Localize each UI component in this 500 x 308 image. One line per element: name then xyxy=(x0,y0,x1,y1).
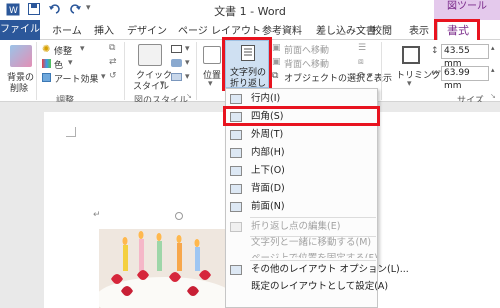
selection-pane-icon: ⧉ xyxy=(272,71,279,81)
group-divider xyxy=(381,42,382,100)
position-dropdown-icon[interactable]: ▾ xyxy=(208,79,213,89)
size-launcher-icon[interactable]: ↘ xyxy=(490,92,496,100)
change-picture-icon[interactable]: ⇄ xyxy=(109,57,117,67)
corrections-icon: ✺ xyxy=(42,44,51,55)
color-dropdown-icon[interactable]: ▾ xyxy=(68,58,73,68)
remove-background-label-2[interactable]: 削除 xyxy=(10,81,28,94)
margin-corner-mark xyxy=(66,127,76,137)
picture-layout-icon[interactable] xyxy=(171,73,182,81)
rotate-icon[interactable]: ⟳ xyxy=(358,71,366,81)
wrap-text-menu-bottom: その他のレイアウト オプション(L)... 既定のレイアウトとして設定(A) xyxy=(225,258,409,308)
rotation-handle-icon[interactable] xyxy=(175,212,183,220)
layout-options-icon xyxy=(230,265,242,275)
square-item-highlight xyxy=(223,106,380,126)
picture-effects-icon[interactable] xyxy=(171,59,182,67)
tab-view[interactable]: 表示 xyxy=(409,22,429,37)
picture-effects-dropdown-icon[interactable]: ▾ xyxy=(185,58,190,68)
quick-styles-dropdown-icon[interactable]: ▾ xyxy=(160,79,165,89)
height-icon: ↕ xyxy=(431,46,439,56)
remove-background-icon xyxy=(10,45,32,67)
crop-dropdown-icon[interactable]: ▾ xyxy=(407,79,412,89)
position-icon xyxy=(203,46,221,64)
menu-item-more-layout-options[interactable]: その他のレイアウト オプション(L)... xyxy=(226,262,409,278)
tab-insert[interactable]: 挿入 xyxy=(94,22,114,37)
rotate-dropdown-icon[interactable]: ▾ xyxy=(368,71,373,81)
picture-tools-label: 図ツール xyxy=(434,0,500,20)
color-button[interactable]: 色 xyxy=(54,58,63,71)
window-title: 文書 1 - Word xyxy=(214,5,286,18)
bring-forward-button[interactable]: 前面へ移動 xyxy=(284,43,329,56)
paragraph-mark: ↵ xyxy=(93,210,101,220)
bring-forward-icon: ▣ xyxy=(272,43,281,53)
crop-icon xyxy=(402,46,420,64)
art-effects-button[interactable]: アート効果 xyxy=(54,72,98,85)
send-backward-icon: ▣ xyxy=(272,57,281,67)
menu-separator xyxy=(250,260,376,261)
menu-item-set-as-default[interactable]: 既定のレイアウトとして設定(A) xyxy=(226,279,388,295)
send-backward-button[interactable]: 背面へ移動 xyxy=(284,57,329,70)
reset-picture-icon[interactable]: ↺ xyxy=(109,71,117,81)
height-spinner-icon[interactable]: ▴ xyxy=(491,44,495,52)
menu-item-label: 既定のレイアウトとして設定(A) xyxy=(251,281,389,292)
cake-photo[interactable] xyxy=(99,229,231,308)
height-input[interactable]: 43.55 mm xyxy=(441,44,489,69)
picture-layout-dropdown-icon[interactable]: ▾ xyxy=(185,72,190,82)
group-divider xyxy=(36,42,37,100)
width-input[interactable]: 63.99 mm xyxy=(441,66,489,91)
tab-review[interactable]: 校閲 xyxy=(372,22,392,37)
width-icon: ↔ xyxy=(431,68,439,78)
tab-mailings[interactable]: 差し込み文書 xyxy=(316,22,376,37)
wrap-text-highlight xyxy=(222,37,272,91)
group-divider xyxy=(196,42,197,100)
compress-pictures-icon[interactable]: ⧉ xyxy=(109,43,115,53)
group-icon[interactable]: ⧈ xyxy=(358,57,364,67)
tab-design[interactable]: デザイン xyxy=(127,22,167,37)
corrections-dropdown-icon[interactable]: ▾ xyxy=(80,44,85,54)
corrections-button[interactable]: 修整 xyxy=(54,44,72,57)
title-bar: W ▾ 文書 1 - Word 図ツール xyxy=(0,0,500,20)
picture-styles-launcher-icon[interactable]: ↘ xyxy=(186,92,192,100)
art-effects-icon xyxy=(42,73,51,82)
tab-page-layout[interactable]: ページ レイアウト xyxy=(178,22,261,37)
group-divider xyxy=(124,42,125,100)
align-icon[interactable]: ☰ xyxy=(358,43,366,53)
picture-border-dropdown-icon[interactable]: ▾ xyxy=(185,44,190,54)
art-effects-dropdown-icon[interactable]: ▾ xyxy=(101,72,106,82)
picture-border-icon[interactable] xyxy=(171,45,182,53)
tab-references[interactable]: 参考資料 xyxy=(262,22,302,37)
tab-home[interactable]: ホーム xyxy=(52,22,82,37)
width-spinner-icon[interactable]: ▴ xyxy=(491,66,495,74)
color-icon xyxy=(42,59,51,68)
menu-item-label: その他のレイアウト オプション(L)... xyxy=(251,264,409,275)
selection-pane-button[interactable]: オブジェクトの選択と表示 xyxy=(284,71,392,84)
quick-styles-icon xyxy=(138,44,162,66)
tab-file[interactable]: ファイル xyxy=(0,20,40,40)
